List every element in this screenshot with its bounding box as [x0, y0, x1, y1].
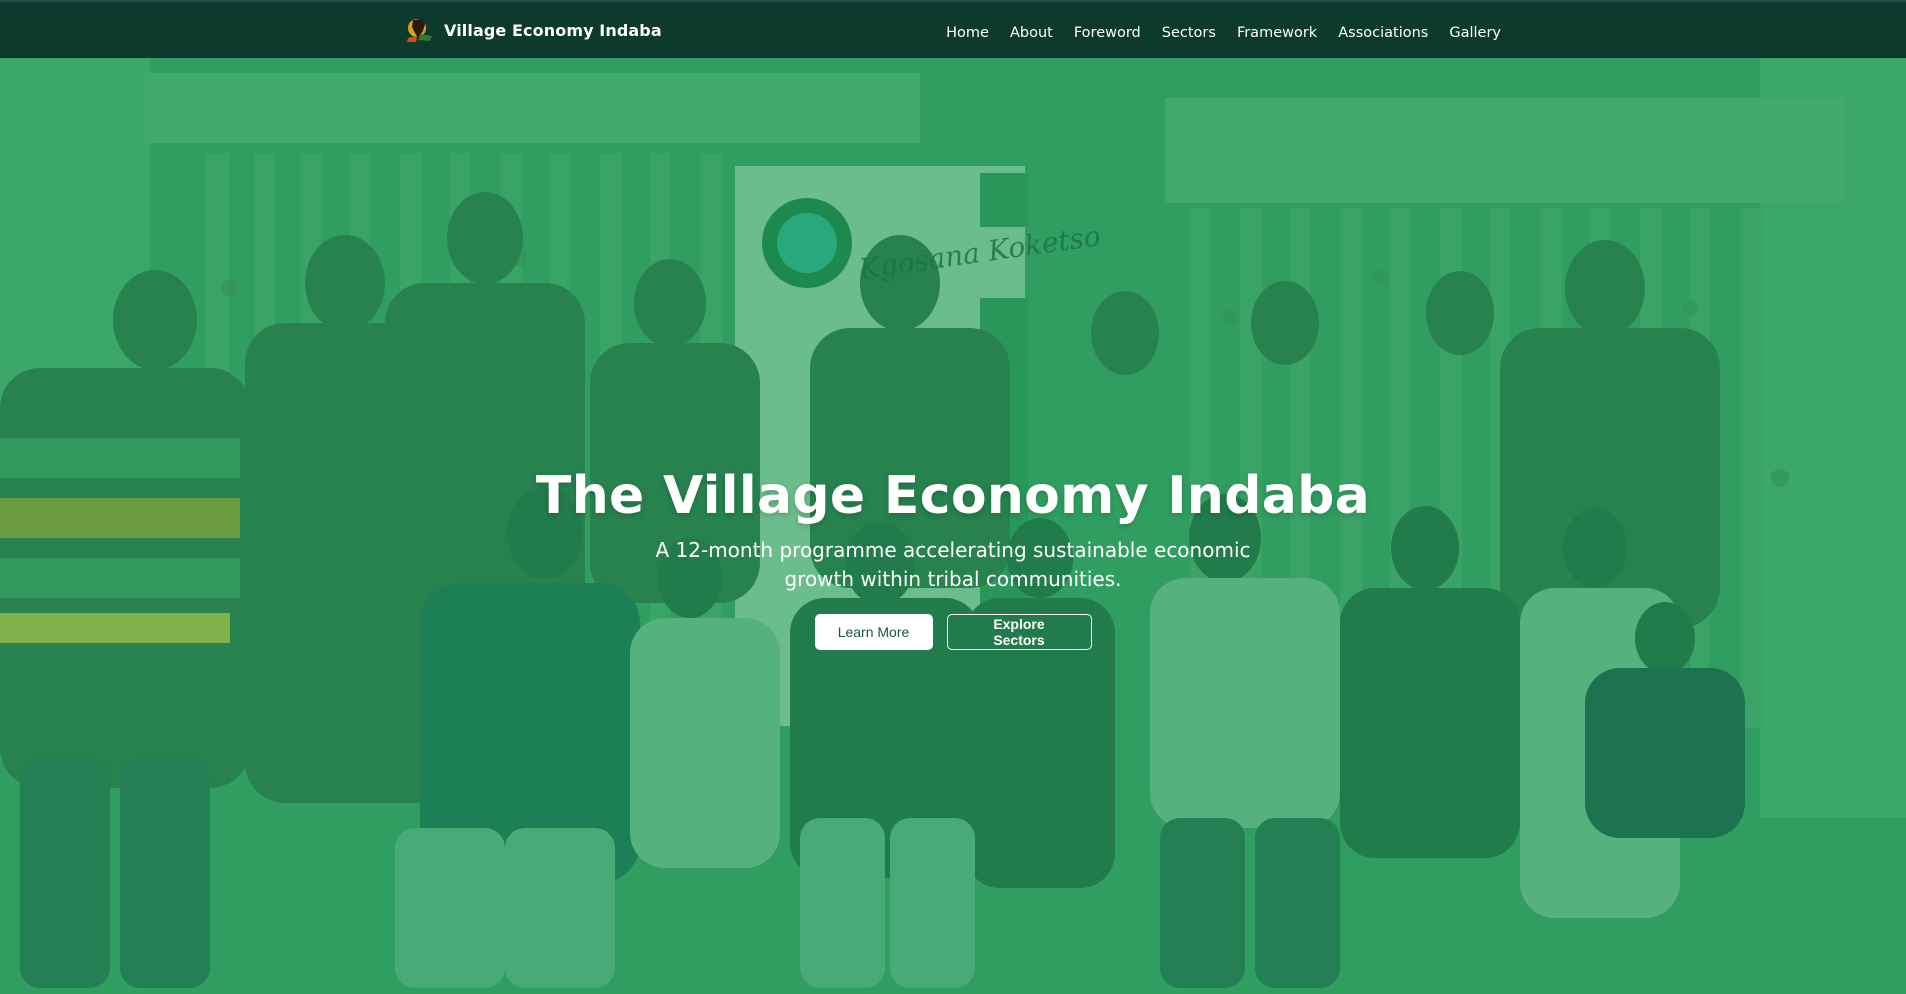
hero-title: The Village Economy Indaba [535, 466, 1371, 526]
nav-link-gallery[interactable]: Gallery [1449, 25, 1501, 41]
brand-name: Village Economy Indaba [444, 20, 662, 40]
nav-item-foreword: Foreword [1074, 22, 1141, 41]
leaf-africa-logo-icon [404, 14, 436, 46]
nav-item-sectors: Sectors [1162, 22, 1216, 41]
hero-content: The Village Economy Indaba A 12-month pr… [0, 58, 1906, 994]
nav-item-gallery: Gallery [1449, 22, 1501, 41]
nav-link-associations[interactable]: Associations [1338, 25, 1428, 41]
nav-item-framework: Framework [1237, 22, 1317, 41]
main-nav: Home About Foreword Sectors Framework As… [946, 2, 1501, 60]
hero-button-group: Learn More Explore Sectors [0, 614, 1906, 650]
hero-section: The Village Economy Indaba A 12-month pr… [0, 58, 1906, 994]
nav-item-associations: Associations [1338, 22, 1428, 41]
nav-link-sectors[interactable]: Sectors [1162, 25, 1216, 41]
explore-sectors-button[interactable]: Explore Sectors [946, 614, 1092, 650]
hero-subtitle: A 12-month programme accelerating sustai… [655, 538, 1251, 591]
nav-link-home[interactable]: Home [946, 25, 989, 41]
nav-link-framework[interactable]: Framework [1237, 25, 1317, 41]
navbar: Village Economy Indaba Home About Forewo… [0, 0, 1906, 58]
learn-more-button[interactable]: Learn More [814, 614, 933, 650]
brand-link[interactable]: Village Economy Indaba [404, 15, 662, 45]
nav-item-about: About [1010, 22, 1053, 41]
nav-link-foreword[interactable]: Foreword [1074, 25, 1141, 41]
nav-item-home: Home [946, 22, 989, 41]
nav-link-about[interactable]: About [1010, 25, 1053, 41]
